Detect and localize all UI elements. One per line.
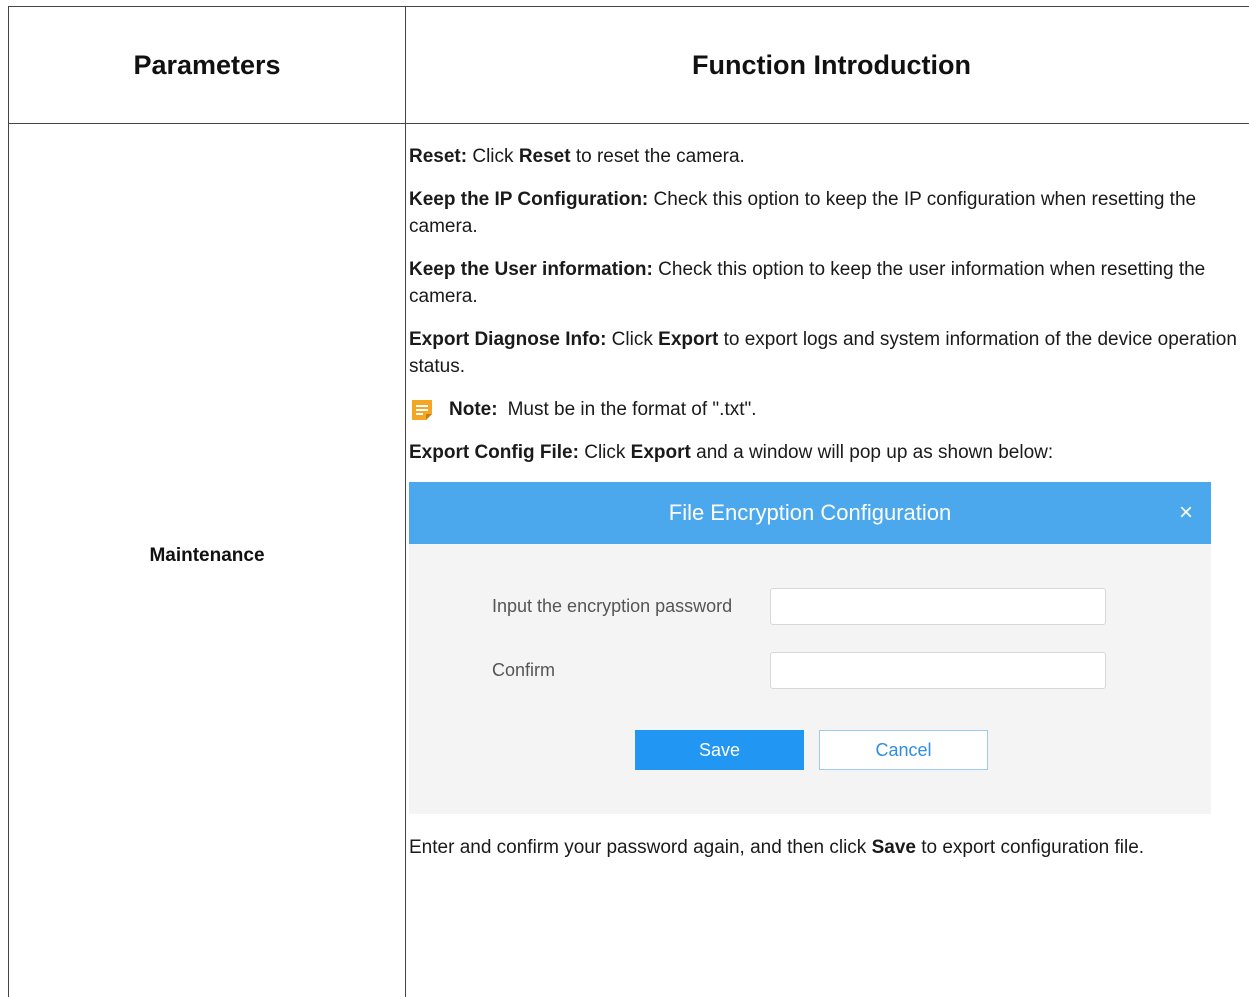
encryption-password-input[interactable] [770, 588, 1106, 625]
file-encryption-dialog: File Encryption Configuration × Input th… [409, 482, 1211, 814]
close-icon[interactable]: × [1179, 482, 1193, 544]
item-text: and a window will pop up as shown below: [690, 442, 1054, 463]
parameter-name: Maintenance [149, 545, 265, 566]
header-divider [9, 123, 1249, 124]
item-export-config: Export Config File: Click Export and a w… [409, 439, 1249, 466]
item-keyword: Export [658, 329, 719, 350]
function-description: Reset: Click Reset to reset the camera. … [409, 143, 1249, 877]
note: Note: Must be in the format of ".txt". [409, 396, 1249, 423]
item-keep-ip: Keep the IP Configuration: Check this op… [409, 186, 1249, 240]
item-keyword: Save [871, 837, 916, 858]
note-icon [412, 399, 432, 420]
item-text: to reset the camera. [570, 146, 745, 167]
item-text: Enter and confirm your password again, a… [409, 837, 872, 858]
column-divider [405, 7, 406, 997]
save-button[interactable]: Save [635, 730, 804, 770]
confirm-row: Confirm [492, 652, 1106, 689]
item-text: Click [578, 442, 631, 463]
header-parameters: Parameters [133, 49, 281, 80]
item-reset: Reset: Click Reset to reset the camera. [409, 143, 1249, 170]
item-label: Keep the IP Configuration: [409, 189, 649, 210]
note-text: Must be in the format of ".txt". [507, 399, 757, 420]
closing-text: Enter and confirm your password again, a… [409, 834, 1249, 861]
item-export-diagnose: Export Diagnose Info: Click Export to ex… [409, 326, 1249, 380]
item-text: Click [606, 329, 659, 350]
password-row: Input the encryption password [492, 588, 1106, 625]
note-label: Note: [449, 399, 498, 420]
dialog-title: File Encryption Configuration [668, 500, 952, 525]
item-label: Reset: [409, 146, 468, 167]
cancel-button[interactable]: Cancel [819, 730, 988, 770]
dialog-header: File Encryption Configuration × [409, 482, 1211, 544]
item-keyword: Reset [518, 146, 571, 167]
confirm-password-input[interactable] [770, 652, 1106, 689]
item-label: Export Diagnose Info: [409, 329, 607, 350]
header-function-introduction: Function Introduction [692, 49, 971, 80]
confirm-label: Confirm [492, 660, 556, 680]
item-text: Click [467, 146, 519, 167]
password-label: Input the encryption password [492, 596, 733, 616]
item-text: to export configuration file. [915, 837, 1145, 858]
item-keep-user: Keep the User information: Check this op… [409, 256, 1249, 310]
item-label: Keep the User information: [409, 259, 653, 280]
item-label: Export Config File: [409, 442, 579, 463]
item-keyword: Export [630, 442, 691, 463]
